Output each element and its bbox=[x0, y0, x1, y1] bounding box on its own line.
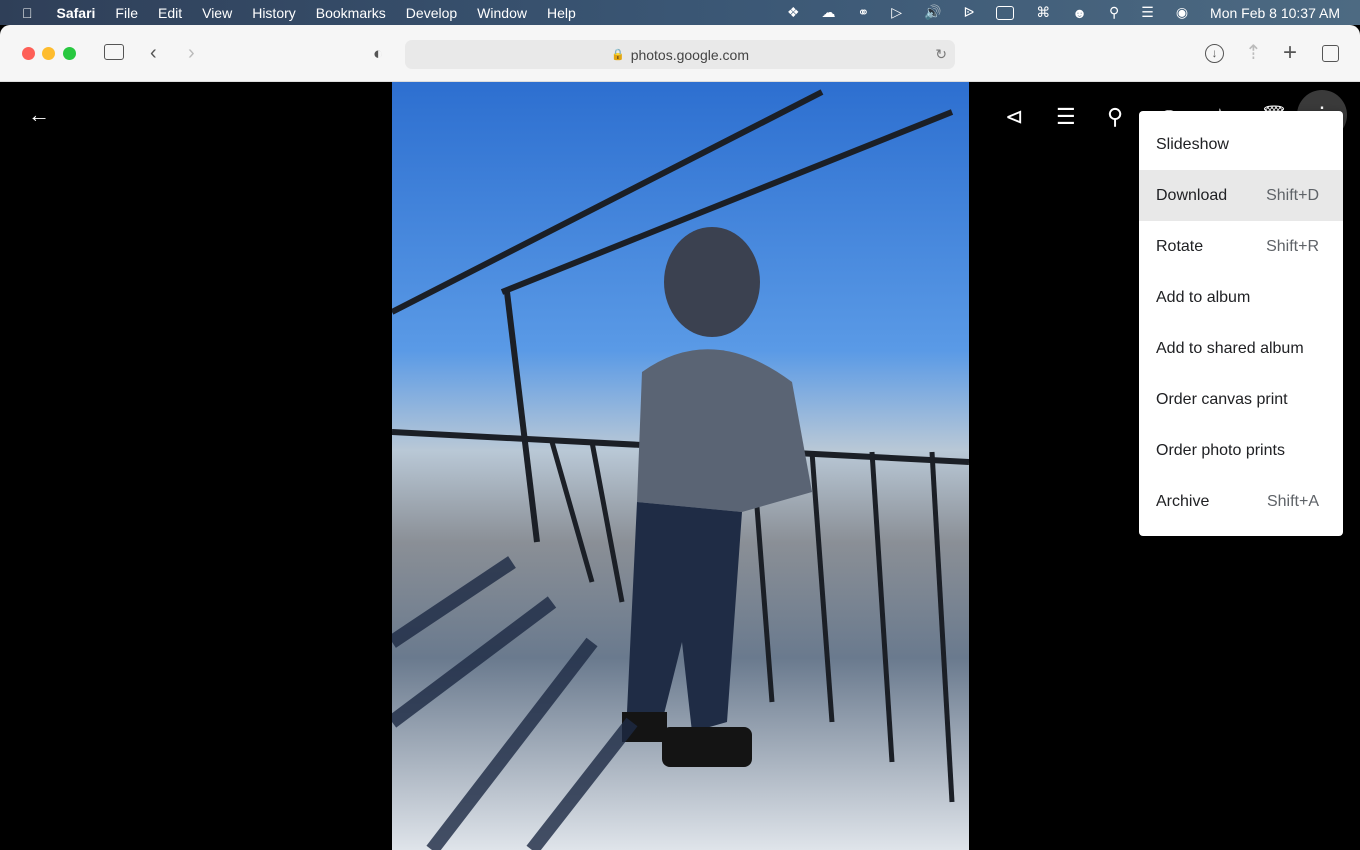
menu-item-label: Slideshow bbox=[1156, 135, 1229, 153]
photo-image bbox=[392, 89, 969, 850]
menu-item-label: Archive bbox=[1156, 492, 1210, 510]
macos-menubar:  Safari File Edit View History Bookmark… bbox=[0, 0, 1360, 25]
photo bbox=[392, 82, 969, 850]
menu-item-add-to-album[interactable]: Add to album bbox=[1139, 272, 1343, 323]
play-icon[interactable]: ▷ bbox=[891, 4, 902, 21]
share-icon[interactable]: ⊲ bbox=[1005, 104, 1023, 130]
new-tab-icon[interactable]: + bbox=[1283, 41, 1297, 65]
menu-item-shortcut: Shift+R bbox=[1266, 237, 1319, 255]
control-center-icon[interactable]: ☰ bbox=[1141, 4, 1154, 21]
menu-history[interactable]: History bbox=[252, 5, 296, 21]
menu-window[interactable]: Window bbox=[477, 5, 527, 21]
menu-view[interactable]: View bbox=[202, 5, 232, 21]
menu-item-shortcut: Shift+D bbox=[1266, 186, 1319, 204]
more-options-menu: Slideshow Download Shift+D Rotate Shift+R … bbox=[1139, 111, 1343, 536]
menu-item-archive[interactable]: Archive Shift+A bbox=[1139, 476, 1343, 527]
user-icon[interactable]: ☻ bbox=[1072, 5, 1087, 21]
share-icon[interactable]: ⇡ bbox=[1245, 43, 1262, 63]
cloud-upload-icon[interactable]: ☁ bbox=[822, 4, 836, 21]
bluetooth-icon[interactable]: ᐉ bbox=[963, 4, 974, 21]
dropbox-icon[interactable]: ❖ bbox=[787, 4, 800, 21]
address-bar[interactable]: 🔒 photos.google.com ↻ bbox=[405, 40, 955, 69]
zoom-in-icon[interactable]: ⚲ bbox=[1107, 104, 1123, 130]
menu-item-label: Rotate bbox=[1156, 237, 1204, 255]
menu-item-label: Order photo prints bbox=[1156, 441, 1285, 459]
url-text: photos.google.com bbox=[630, 46, 749, 63]
menu-file[interactable]: File bbox=[115, 5, 138, 21]
menu-item-rotate[interactable]: Rotate Shift+R bbox=[1139, 221, 1343, 272]
zoom-window-button[interactable] bbox=[63, 47, 76, 60]
privacy-shield-icon[interactable]: ◐ bbox=[373, 44, 383, 64]
spotlight-search-icon[interactable]: ⚲ bbox=[1109, 4, 1119, 21]
close-window-button[interactable] bbox=[22, 47, 35, 60]
tab-overview-icon[interactable] bbox=[1322, 45, 1339, 62]
sidebar-icon[interactable] bbox=[104, 44, 124, 60]
back-icon[interactable]: ‹ bbox=[150, 43, 157, 63]
siri-icon[interactable]: ◉ bbox=[1176, 4, 1188, 21]
back-arrow-icon[interactable]: ← bbox=[28, 102, 50, 128]
creative-cloud-icon[interactable]: ⚭ bbox=[858, 4, 870, 21]
menu-item-add-to-shared-album[interactable]: Add to shared album bbox=[1139, 323, 1343, 374]
volume-icon[interactable]: 🔊 bbox=[924, 4, 941, 21]
menu-bookmarks[interactable]: Bookmarks bbox=[316, 5, 386, 21]
wifi-icon[interactable]: ⌘ bbox=[1036, 4, 1050, 21]
menu-item-label: Download bbox=[1156, 186, 1228, 204]
minimize-window-button[interactable] bbox=[42, 47, 55, 60]
menu-item-download[interactable]: Download Shift+D bbox=[1139, 170, 1343, 221]
menu-develop[interactable]: Develop bbox=[406, 5, 457, 21]
menu-item-label: Add to shared album bbox=[1156, 339, 1304, 357]
apple-icon[interactable]:  bbox=[22, 5, 33, 21]
edit-adjust-icon[interactable]: ☰ bbox=[1056, 104, 1076, 130]
menu-item-label: Order canvas print bbox=[1156, 390, 1288, 408]
downloads-icon[interactable]: ↓ bbox=[1205, 44, 1224, 63]
menu-app[interactable]: Safari bbox=[57, 5, 96, 21]
reload-icon[interactable]: ↻ bbox=[935, 46, 947, 63]
battery-icon[interactable] bbox=[996, 5, 1015, 20]
clock[interactable]: Mon Feb 8 10:37 AM bbox=[1210, 5, 1340, 21]
menu-item-shortcut: Shift+A bbox=[1266, 492, 1319, 510]
menu-help[interactable]: Help bbox=[547, 5, 576, 21]
menu-item-slideshow[interactable]: Slideshow bbox=[1139, 119, 1343, 170]
menu-item-order-canvas-print[interactable]: Order canvas print bbox=[1139, 374, 1343, 425]
menu-edit[interactable]: Edit bbox=[158, 5, 182, 21]
menu-item-order-photo-prints[interactable]: Order photo prints bbox=[1139, 425, 1343, 476]
menu-item-label: Add to album bbox=[1156, 288, 1251, 306]
forward-icon[interactable]: › bbox=[188, 43, 195, 63]
lock-icon: 🔒 bbox=[610, 49, 625, 61]
